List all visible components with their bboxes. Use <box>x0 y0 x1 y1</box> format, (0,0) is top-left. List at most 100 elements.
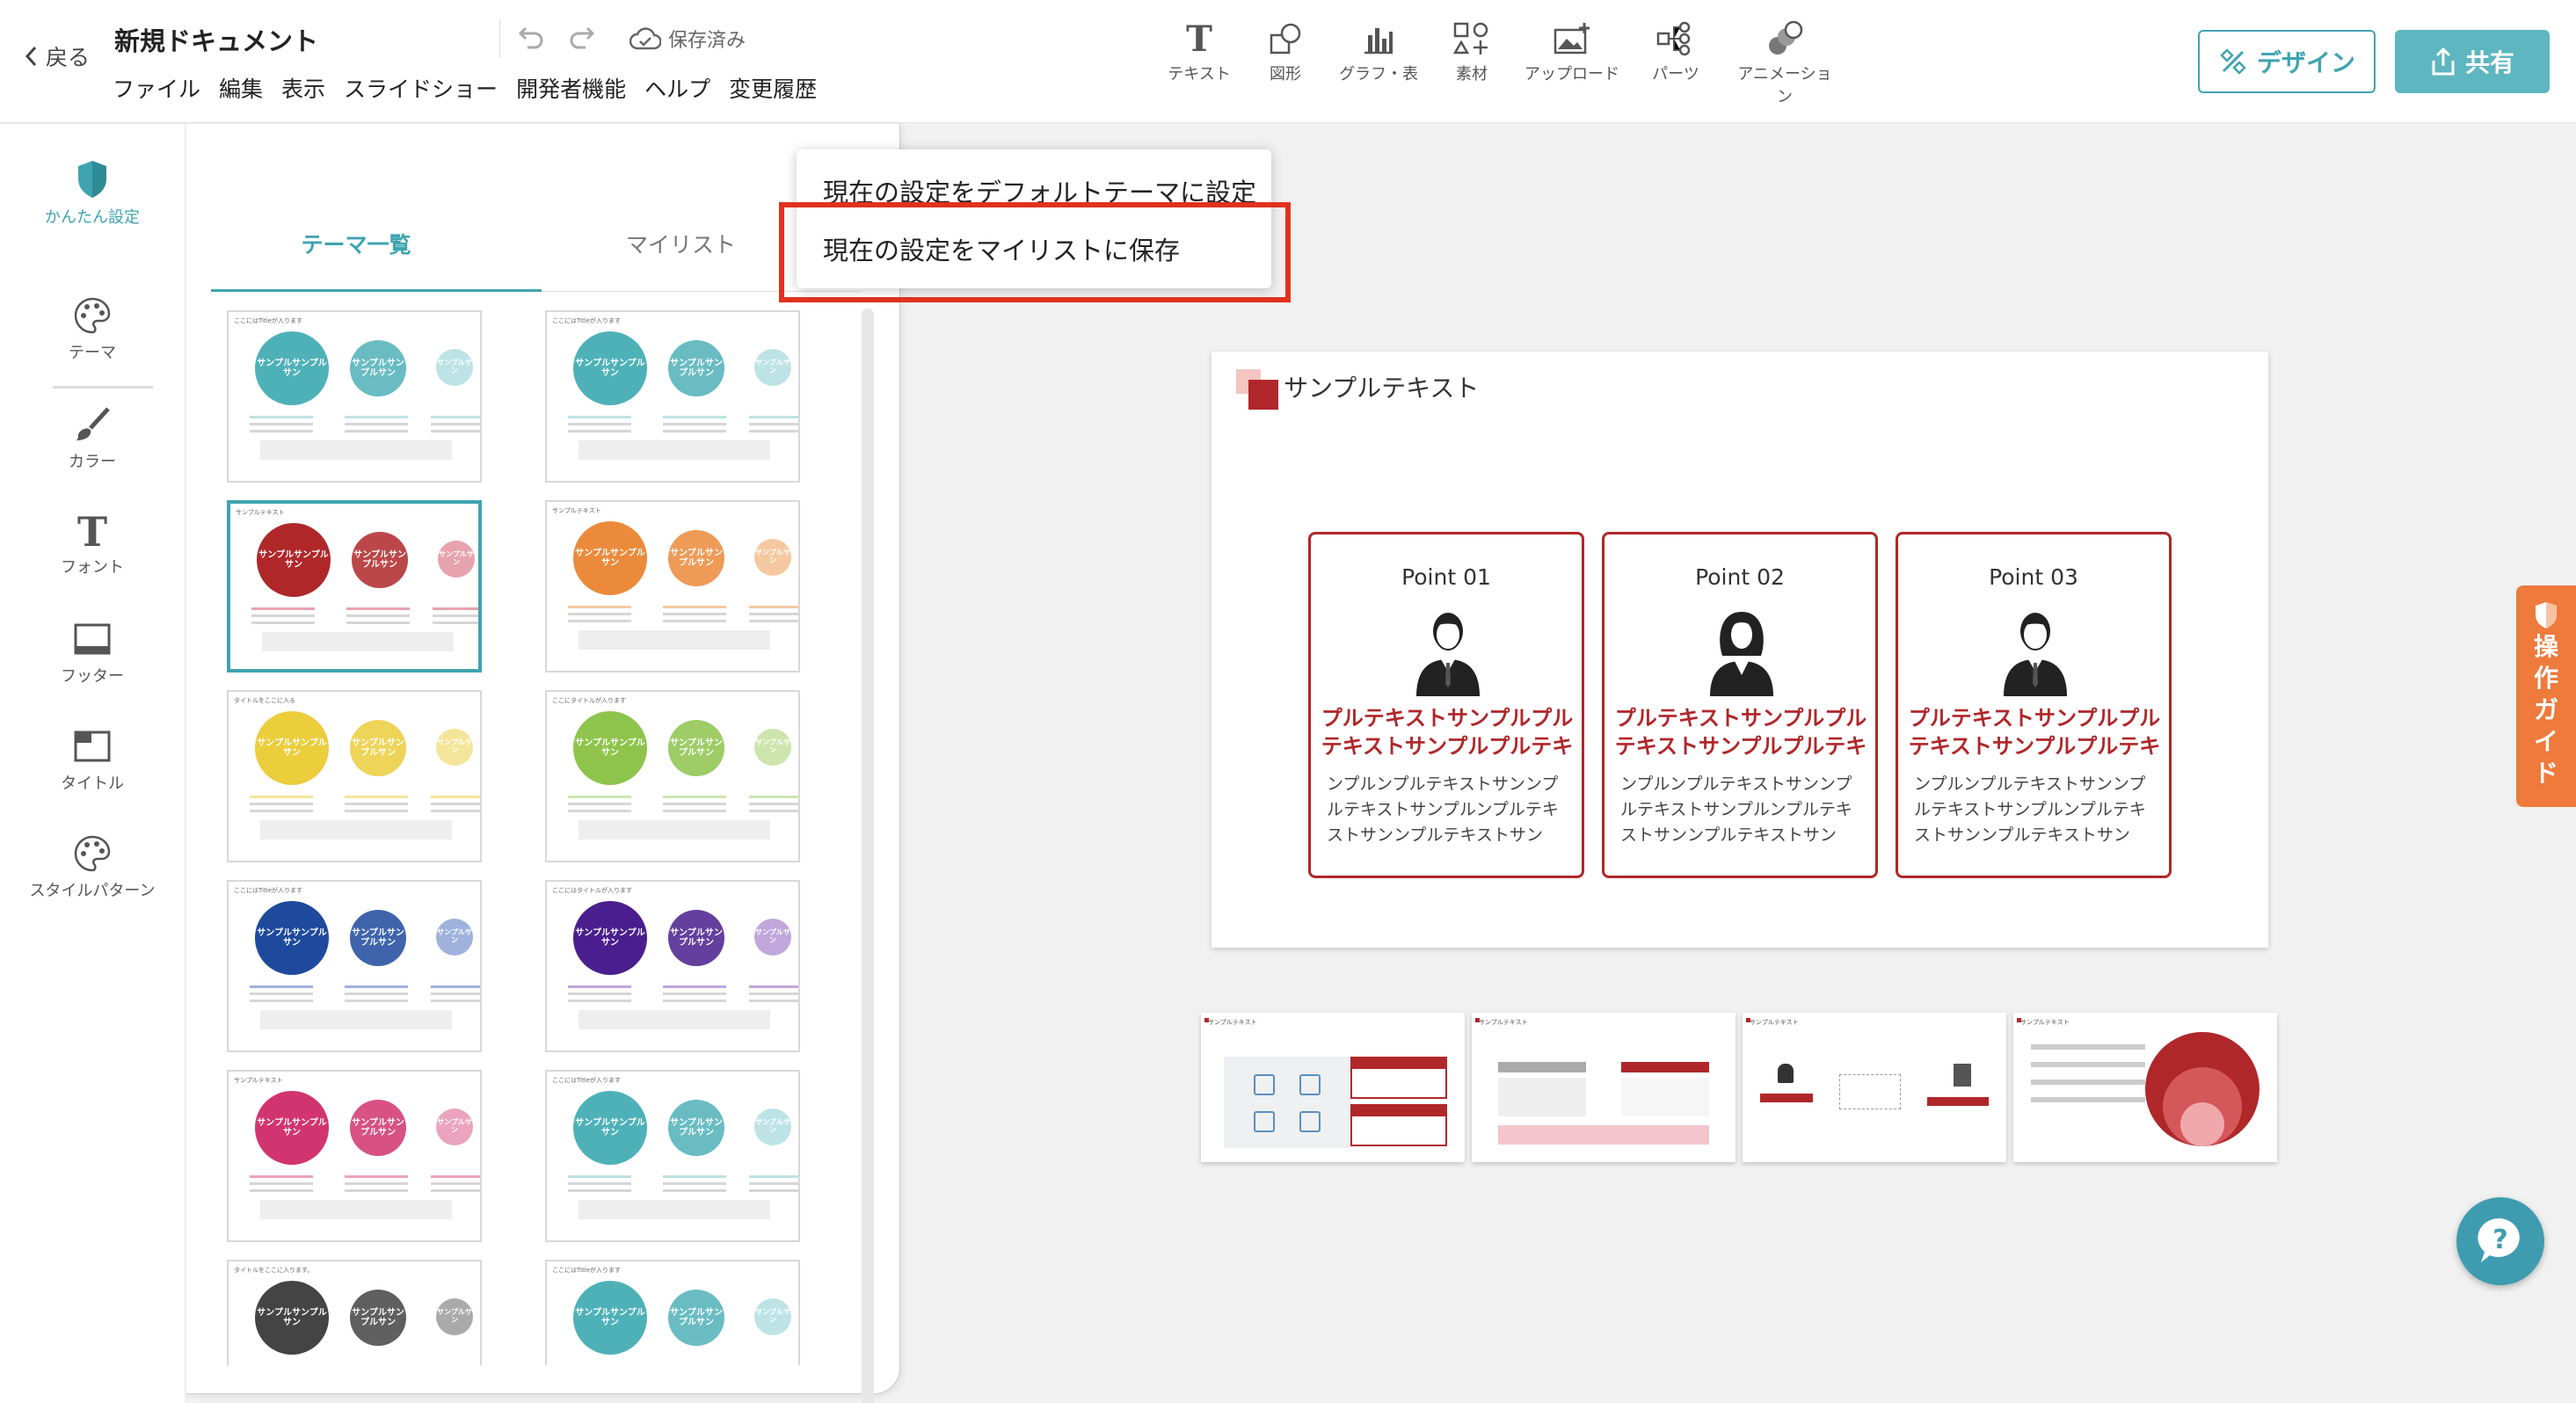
theme-sample-circle: サンプルサンプルサン <box>350 340 406 396</box>
share-button[interactable]: 共有 <box>2395 30 2550 93</box>
thumb-title: サンプルテキスト <box>2020 1019 2070 1026</box>
highlight-box <box>779 202 1291 302</box>
material-tool-label: 素材 <box>1456 65 1488 84</box>
sidebar-item-style-pattern[interactable]: スタイルパターン <box>0 834 185 901</box>
theme-sample-title: ここにはタイトルが入ります <box>552 887 632 894</box>
animation-tool-button[interactable]: アニメーション <box>1732 21 1837 107</box>
slide-thumbnail[interactable]: サンプルテキスト <box>1472 1013 1736 1162</box>
theme-thumbnail[interactable]: サンプルテキスト サンプルサンプルサン サンプルサンプルサン サンプルサン <box>545 500 800 672</box>
menu-developer[interactable]: 開発者機能 <box>516 72 626 104</box>
slide-title[interactable]: サンプルテキスト <box>1284 369 1479 404</box>
theme-thumbnail[interactable]: サンプルテキスト サンプルサンプルサン サンプルサンプルサン サンプルサン <box>227 500 482 672</box>
theme-sample-title: ここにはTitleが入ります <box>552 1077 622 1084</box>
menu-slideshow[interactable]: スライドショー <box>344 72 498 104</box>
shape-tool-button[interactable]: 図形 <box>1233 21 1338 84</box>
sidebar-item-label: かんたん設定 <box>45 208 140 227</box>
theme-sample-circle: サンプルサンプルサン <box>573 1281 647 1355</box>
undo-icon[interactable] <box>517 21 547 51</box>
theme-sample-circle: サンプルサンプルサン <box>350 1290 406 1346</box>
theme-sample-circle: サンプルサンプルサン <box>352 532 408 588</box>
panel-scrollbar[interactable] <box>862 309 874 1403</box>
shape-tool-label: 図形 <box>1270 65 1301 84</box>
theme-sample-circle: サンプルサンプルサン <box>255 1091 329 1165</box>
point-card[interactable]: Point 03 プルテキストサンプルプルテキストサンプルプルテキ ンプルンプル… <box>1896 532 2172 878</box>
theme-sample-circle: サンプルサン <box>436 1109 473 1145</box>
theme-sample-circle: サンプルサン <box>436 919 473 956</box>
menu-edit[interactable]: 編集 <box>219 72 263 104</box>
theme-sample-circle: サンプルサンプルサン <box>573 521 647 595</box>
active-tab-indicator <box>211 289 542 292</box>
material-tool-icon <box>1452 22 1488 55</box>
design-button[interactable]: デザイン <box>2198 30 2376 93</box>
sidebar-item-color[interactable]: カラー <box>0 405 185 472</box>
theme-sample-circle: サンプルサンプルサン <box>573 711 647 785</box>
help-chat-button[interactable]: ? <box>2456 1197 2544 1285</box>
businesswoman-icon <box>1710 612 1773 696</box>
back-button[interactable]: 戻る <box>23 40 90 72</box>
menu-help[interactable]: ヘルプ <box>644 72 710 104</box>
theme-sample-title: ここにはTitleが入ります <box>234 317 303 324</box>
theme-sample-title: タイトルをここに入る <box>234 697 295 704</box>
theme-thumbnail[interactable]: ここにはTitleが入ります サンプルサンプルサン サンプルサンプルサン サンプルサン <box>545 310 800 483</box>
palette-icon <box>74 297 111 334</box>
theme-thumbnail[interactable]: ここにはTitleが入ります サンプルサンプルサン サンプルサンプルサン サンプルサン <box>545 1070 800 1242</box>
redo-icon[interactable] <box>566 21 596 51</box>
menu-file[interactable]: ファイル <box>113 72 200 104</box>
theme-sample-circle: サンプルサンプルサン <box>668 1290 724 1346</box>
theme-sample-circle: サンプルサン <box>754 349 791 386</box>
theme-sample-circle: サンプルサン <box>438 541 475 578</box>
parts-tool-icon <box>1656 21 1691 56</box>
theme-thumbnail[interactable]: タイトルをここに入ります。 サンプルサンプルサン サンプルサンプルサン サンプルサン <box>227 1260 482 1365</box>
theme-sample-title: サンプルテキスト <box>236 509 285 516</box>
theme-thumbnail[interactable]: ここにはTitleが入ります サンプルサンプルサン サンプルサンプルサン サンプルサン <box>227 310 482 483</box>
text-tool-icon: T <box>1186 21 1212 56</box>
point-label: Point 02 <box>1695 564 1785 590</box>
material-tool-button[interactable]: 素材 <box>1419 21 1524 84</box>
sidebar-item-footer[interactable]: フッター <box>0 620 185 687</box>
svg-text:T: T <box>1186 21 1212 56</box>
slide-thumbnail[interactable]: サンプルテキスト <box>2013 1013 2277 1162</box>
shape-tool-icon <box>1270 23 1301 55</box>
menu-view[interactable]: 表示 <box>281 72 325 104</box>
menu-history[interactable]: 変更履歴 <box>729 72 817 104</box>
sidebar-item-theme[interactable]: テーマ <box>0 296 185 363</box>
slide-thumbnail[interactable]: サンプルテキスト <box>1201 1013 1465 1162</box>
share-icon <box>2432 47 2455 76</box>
businessman-icon <box>1416 613 1480 696</box>
tab-theme-list[interactable]: テーマ一覧 <box>211 228 501 259</box>
point-label: Point 03 <box>1989 564 2078 590</box>
thumb-title: サンプルテキスト <box>1750 1019 1799 1026</box>
shield-icon <box>78 161 106 198</box>
point-card[interactable]: Point 01 プルテキストサンプルプルテキストサンプルプルテキ ンプルンプル… <box>1308 532 1584 878</box>
theme-thumbnail[interactable]: ここにはタイトルが入ります サンプルサンプルサン サンプルサンプルサン サンプルサン <box>545 880 800 1052</box>
point-body: ンプルンプルテキストサンンプルテキストサンプルンプルテキストサンンプルテキストサ… <box>1327 774 1559 845</box>
theme-thumbnail[interactable]: ここにはTitleが入ります サンプルサンプルサン サンプルサンプルサン サンプルサン <box>545 1260 800 1365</box>
sidebar-item-label: タイトル <box>61 774 124 793</box>
theme-thumbnail[interactable]: ここにタイトルが入ります サンプルサンプルサン サンプルサンプルサン サンプルサン <box>545 690 800 862</box>
upload-tool-label: アップロード <box>1524 65 1619 84</box>
theme-thumbnail[interactable]: ここにはTitleが入ります サンプルサンプルサン サンプルサンプルサン サンプルサン <box>227 880 482 1052</box>
sidebar-item-font[interactable]: T フォント <box>0 511 185 578</box>
theme-sample-circle: サンプルサン <box>754 919 791 956</box>
sidebar-item-easy-setup[interactable]: かんたん設定 <box>0 159 185 228</box>
sidebar-item-title[interactable]: タイトル <box>0 727 185 794</box>
document-title[interactable]: 新規ドキュメント <box>114 21 318 58</box>
sidebar-item-label: テーマ <box>69 344 116 362</box>
theme-thumbnail[interactable]: タイトルをここに入る サンプルサンプルサン サンプルサンプルサン サンプルサン <box>227 690 482 862</box>
chart-tool-button[interactable]: グラフ・表 <box>1326 21 1431 84</box>
brush-icon <box>76 407 110 440</box>
app-header: 戻る 新規ドキュメント ファイル 編集 表示 スライドショー 開発者機能 ヘルプ… <box>0 0 2576 123</box>
theme-sample-circle: サンプルサンプルサン <box>255 1281 329 1355</box>
upload-tool-button[interactable]: アップロード <box>1519 21 1625 84</box>
point-card[interactable]: Point 02 プルテキストサンプルプルテキストサンプルプルテキ ンプルンプル… <box>1602 532 1878 878</box>
chevron-left-icon <box>25 46 37 67</box>
theme-sample-textbox <box>579 1010 770 1029</box>
slide-thumbnail[interactable]: サンプルテキスト <box>1743 1013 2006 1162</box>
theme-sample-circle: サンプルサンプルサン <box>668 910 724 966</box>
theme-thumbnail[interactable]: サンプルテキスト サンプルサンプルサン サンプルサンプルサン サンプルサン <box>227 1070 482 1242</box>
sidebar-item-label: スタイルパターン <box>29 882 156 900</box>
theme-sample-title: タイトルをここに入ります。 <box>234 1267 314 1274</box>
sidebar-divider <box>53 386 153 389</box>
theme-sample-textbox <box>260 820 452 840</box>
parts-tool-button[interactable]: パーツ <box>1623 21 1728 84</box>
